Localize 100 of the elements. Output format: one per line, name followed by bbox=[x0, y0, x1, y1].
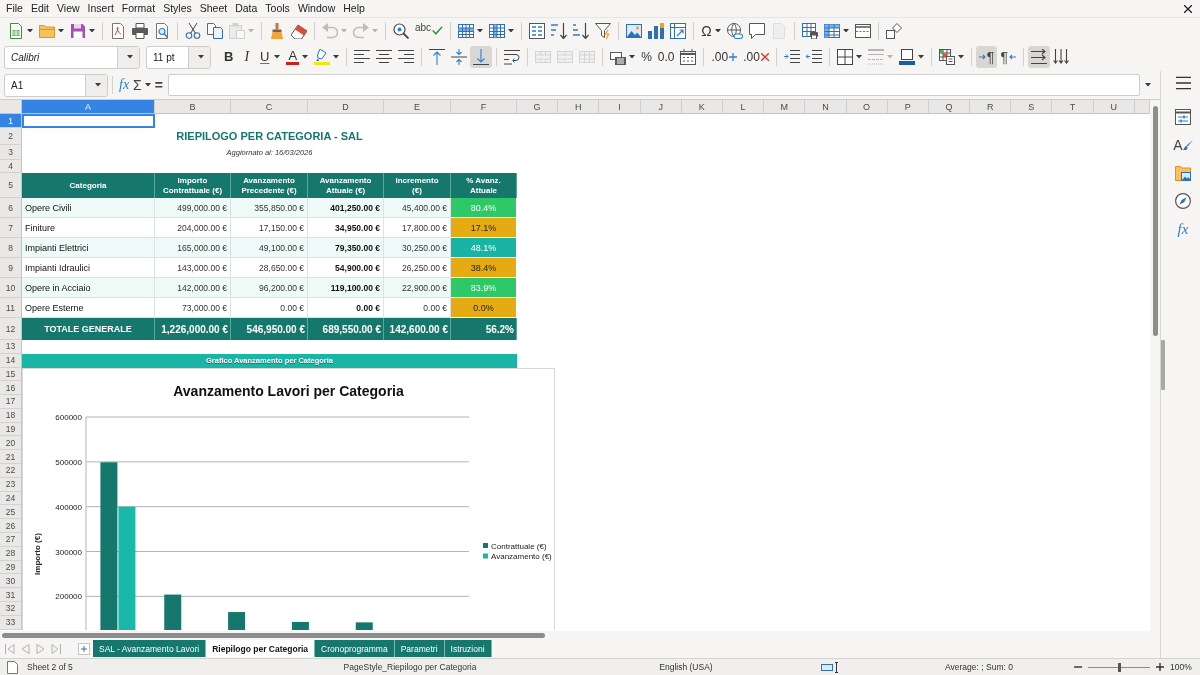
column-header[interactable]: M bbox=[764, 100, 806, 114]
close-icon[interactable] bbox=[1184, 4, 1192, 13]
cell-reference-field[interactable]: A1 bbox=[4, 73, 108, 97]
slider-thumb[interactable] bbox=[1117, 662, 1121, 672]
function-wizard-button[interactable]: fx bbox=[117, 74, 132, 96]
column-header[interactable]: E bbox=[384, 100, 451, 114]
row-header[interactable]: 17 bbox=[0, 395, 22, 409]
row-header[interactable]: 27 bbox=[0, 533, 22, 547]
left-to-right-button[interactable]: ¶ bbox=[975, 46, 998, 68]
formula-input[interactable] bbox=[167, 74, 1140, 96]
column-header[interactable]: P bbox=[887, 100, 929, 114]
row-header[interactable]: 31 bbox=[0, 588, 22, 603]
sheet-tab[interactable]: SAL - Avanzamento Lavori bbox=[93, 640, 207, 657]
column-header[interactable]: L bbox=[722, 100, 765, 114]
scrollbar-thumb[interactable] bbox=[1152, 106, 1158, 336]
column-header[interactable]: T bbox=[1052, 100, 1094, 114]
column-header[interactable]: D bbox=[308, 100, 384, 114]
font-name-field[interactable]: Calibri bbox=[4, 45, 140, 69]
row-header[interactable]: 12 bbox=[0, 318, 22, 340]
row-header[interactable]: 32 bbox=[0, 602, 22, 616]
menu-item[interactable]: Edit bbox=[26, 1, 53, 16]
row-header[interactable]: 10 bbox=[0, 278, 22, 298]
dropdown-button[interactable] bbox=[117, 46, 139, 68]
row-header[interactable]: 4 bbox=[0, 160, 22, 173]
caret-icon[interactable] bbox=[1144, 83, 1151, 87]
font-size-field[interactable]: 11 pt bbox=[146, 45, 211, 69]
row-header[interactable]: 3 bbox=[0, 145, 22, 160]
sheet-tab[interactable]: Istruzioni bbox=[444, 640, 492, 657]
menu-item[interactable]: Window bbox=[293, 1, 340, 16]
row-header[interactable]: 11 bbox=[0, 298, 22, 318]
column-header[interactable]: Q bbox=[928, 100, 971, 114]
highlighter-icon bbox=[314, 49, 331, 65]
column-header[interactable]: I bbox=[599, 100, 641, 114]
row-header[interactable]: 1 bbox=[0, 114, 22, 128]
sheet-tab[interactable]: Riepilogo per Categoria bbox=[206, 640, 316, 657]
row-header[interactable]: 22 bbox=[0, 464, 22, 478]
column-header[interactable]: J bbox=[640, 100, 682, 114]
add-decimal-button[interactable]: .00 bbox=[708, 46, 741, 68]
outdent-icon bbox=[805, 49, 822, 65]
row-header[interactable]: 13 bbox=[0, 340, 22, 354]
font-color-button[interactable]: A bbox=[283, 46, 312, 68]
row-header[interactable]: 9 bbox=[0, 258, 22, 278]
column-header[interactable]: R bbox=[970, 100, 1012, 114]
functions-button[interactable]: fx bbox=[1171, 218, 1195, 240]
spelling-button[interactable]: abc bbox=[412, 19, 447, 42]
bold-button[interactable]: B bbox=[219, 46, 239, 68]
menu-icon[interactable] bbox=[1175, 76, 1191, 90]
delete-decimal-button[interactable]: .00 bbox=[740, 46, 772, 68]
row-header[interactable]: 26 bbox=[0, 519, 22, 534]
styles-button[interactable]: A bbox=[1171, 134, 1195, 156]
number-format-button[interactable]: 0.0 bbox=[654, 46, 678, 68]
right-to-left-button[interactable]: ¶ bbox=[997, 46, 1019, 68]
menu-item[interactable]: Sheet bbox=[195, 1, 232, 16]
row-header[interactable]: 20 bbox=[0, 436, 22, 451]
column-header[interactable]: A bbox=[22, 100, 155, 114]
row-header[interactable]: 16 bbox=[0, 381, 22, 396]
plus-icon[interactable] bbox=[1156, 663, 1164, 671]
menu-item[interactable]: File bbox=[2, 1, 27, 16]
menu-item[interactable]: Format bbox=[117, 1, 160, 16]
sum-button[interactable]: Σ bbox=[131, 74, 153, 96]
row-header[interactable]: 6 bbox=[0, 198, 22, 218]
column-header[interactable]: G bbox=[517, 100, 559, 114]
sidebar-handle[interactable] bbox=[1161, 339, 1165, 390]
text-direction-button[interactable] bbox=[1027, 46, 1050, 68]
row-header[interactable]: 21 bbox=[0, 450, 22, 465]
underline-button[interactable]: U bbox=[255, 46, 284, 68]
rectangle-cursor-icon[interactable] bbox=[821, 661, 839, 673]
percent-button[interactable]: % bbox=[638, 46, 655, 68]
selected-cell[interactable] bbox=[22, 114, 155, 128]
sheet-tab[interactable]: Cronoprogramma bbox=[315, 640, 395, 657]
column-header[interactable]: C bbox=[231, 100, 308, 114]
align-bottom-button[interactable] bbox=[470, 46, 493, 68]
row-header[interactable]: 2 bbox=[0, 128, 22, 145]
row-header[interactable]: 8 bbox=[0, 238, 22, 258]
scrollbar-thumb[interactable] bbox=[2, 633, 545, 638]
formula-button[interactable]: = bbox=[152, 74, 165, 96]
column-header[interactable]: S bbox=[1011, 100, 1053, 114]
row-header[interactable]: 7 bbox=[0, 218, 22, 238]
menu-item[interactable]: Styles bbox=[159, 1, 196, 16]
menu-item[interactable]: Insert bbox=[83, 1, 118, 16]
special-character-button[interactable]: Ω bbox=[698, 19, 724, 42]
sheet-tab[interactable]: Parametri bbox=[394, 640, 445, 657]
row-header[interactable]: 30 bbox=[0, 574, 22, 589]
row-header[interactable]: 25 bbox=[0, 505, 22, 520]
column-header[interactable]: H bbox=[558, 100, 600, 114]
menu-item[interactable]: Help bbox=[339, 1, 369, 16]
column-header[interactable]: B bbox=[155, 100, 231, 114]
column-header[interactable]: U bbox=[1093, 100, 1135, 114]
column-header[interactable]: K bbox=[681, 100, 723, 114]
row-header[interactable]: 5 bbox=[0, 173, 22, 198]
menu-item[interactable]: Data bbox=[231, 1, 262, 16]
menu-item[interactable]: View bbox=[53, 1, 84, 16]
italic-button[interactable]: I bbox=[238, 46, 256, 68]
dropdown-button[interactable] bbox=[188, 46, 210, 68]
column-header[interactable]: N bbox=[805, 100, 847, 114]
menu-item[interactable]: Tools bbox=[261, 1, 294, 16]
dropdown-button[interactable] bbox=[85, 74, 107, 96]
column-header[interactable]: O bbox=[846, 100, 888, 114]
document-icon[interactable] bbox=[6, 660, 18, 674]
column-header[interactable]: F bbox=[451, 100, 517, 114]
